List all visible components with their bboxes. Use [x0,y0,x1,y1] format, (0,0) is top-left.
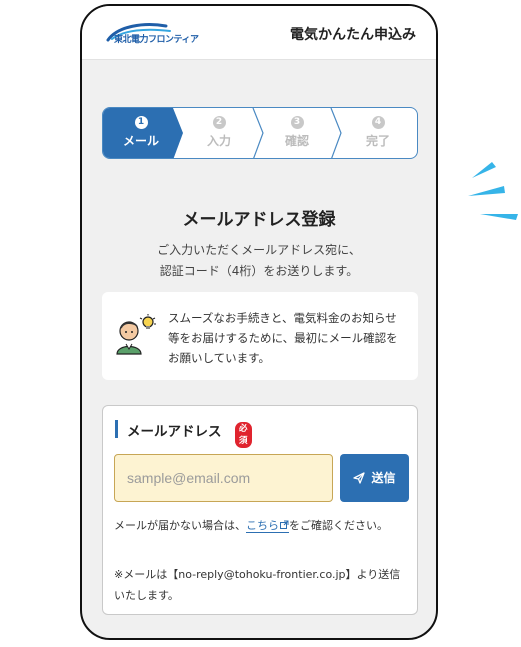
step-label: 確認 [284,134,309,148]
delivery-note: メールが届かない場合は、こちら をご確認ください。 [114,514,410,537]
step-label: メール [122,134,159,148]
progress-steps: 1 メール 2 入力 3 確認 4 完了 [102,107,418,159]
email-label: メールアドレス [127,424,222,440]
logo-text: 東北電力フロンティア [114,35,199,45]
step-label: 完了 [365,134,390,148]
note-prefix: メールが届かない場合は、 [114,519,246,532]
decorative-burst-icon [468,162,518,220]
send-button[interactable]: 送信 [340,454,409,502]
brand-logo[interactable]: 東北電力フロンティア [104,22,199,48]
step-label: 入力 [206,134,231,148]
email-input[interactable] [114,454,333,502]
external-link-icon [280,520,289,529]
required-badge: 必須 [235,422,252,448]
help-link-label: こちら [246,519,279,532]
info-text: スムーズなお手続きと、電気料金のお知らせ等をお届けするために、最初にメール確認を… [168,311,398,365]
step-complete: 4 完了 [339,108,417,158]
description-line-2: 認証コード（4桁）をお送りします。 [159,264,359,278]
paper-plane-icon [353,471,366,484]
page-title: メールアドレス登録 [182,210,336,230]
app-header: 東北電力フロンティア 電気かんたん申込み [82,6,436,60]
lightbulb-person-icon [116,314,156,355]
step-mail: 1 メール [103,108,179,158]
step-number: 1 [134,116,148,129]
email-form: メールアドレス 必須 送信 メールが届かない場合は、こちらをご確認ください。 ※… [102,405,418,615]
step-input: 2 入力 [183,108,255,158]
page-description: ご入力いただくメールアドレス宛に、 認証コード（4桁）をお送りします。 [82,240,436,282]
step-number: 3 [290,116,304,129]
step-number: 2 [212,116,226,129]
description-line-1: ご入力いただくメールアドレス宛に、 [157,243,361,257]
label-accent-bar [115,420,118,438]
send-label: 送信 [371,471,396,485]
info-box: スムーズなお手続きと、電気料金のお知らせ等をお届けするために、最初にメール確認を… [102,292,418,380]
step-number: 4 [371,116,385,129]
phone-frame: 東北電力フロンティア 電気かんたん申込み 1 メール 2 入力 3 確認 4 完… [80,4,438,640]
note-suffix: をご確認ください。 [289,519,388,532]
step-confirm: 3 確認 [261,108,333,158]
sender-note: ※メールは【no-reply@tohoku-frontier.co.jp】より送… [114,568,401,602]
header-title: 電気かんたん申込み [290,27,416,43]
help-link[interactable]: こちら [246,519,289,533]
